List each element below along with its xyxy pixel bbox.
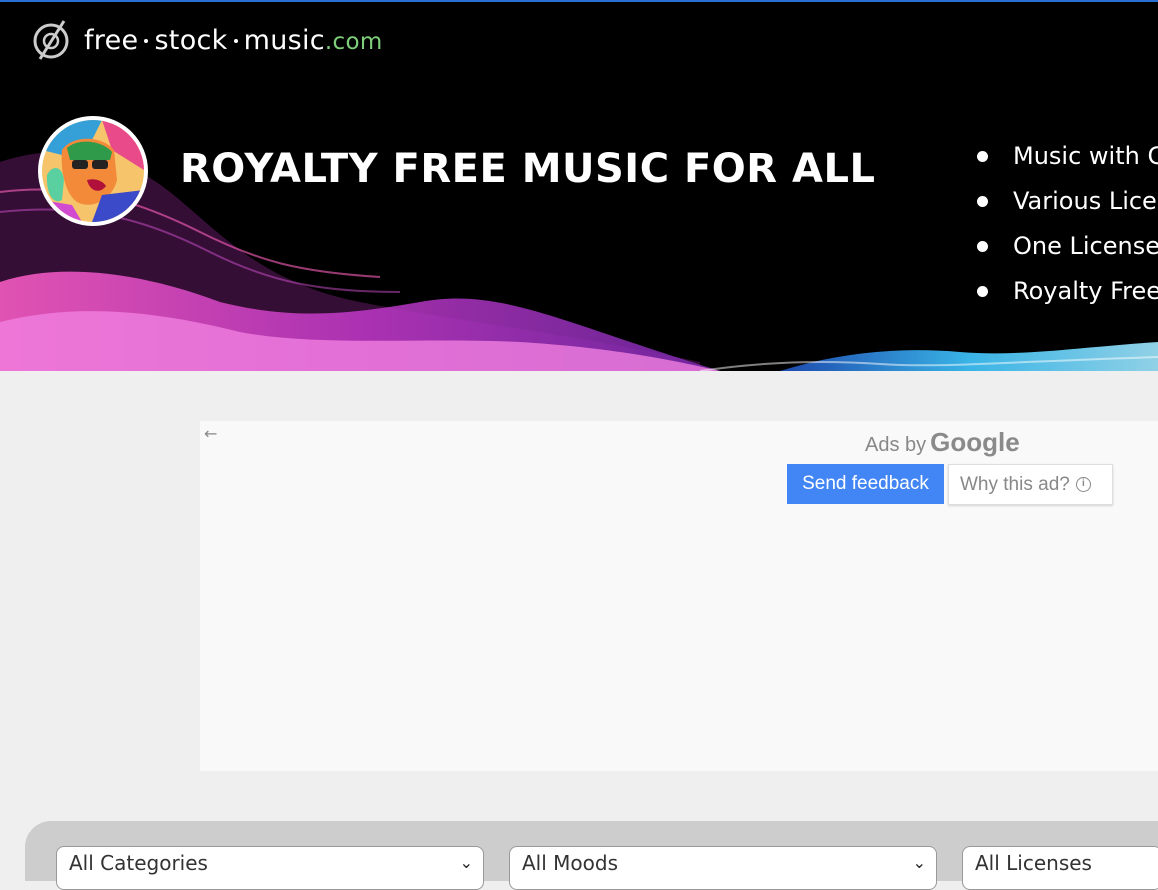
- moods-select[interactable]: All Moods ⌄: [509, 846, 937, 890]
- ad-container: ← Ads by Google Send feedback Why this ad…: [200, 421, 1158, 771]
- filter-panel: All Categories ⌄ All Moods ⌄ All License…: [25, 821, 1158, 890]
- ads-by-label: Ads by: [865, 434, 927, 456]
- back-arrow-icon[interactable]: ←: [204, 424, 217, 443]
- logo-word-stock: stock: [154, 24, 228, 56]
- feature-item: Various Licen: [975, 183, 1158, 228]
- google-logo: Google: [930, 427, 1020, 457]
- why-this-ad-button[interactable]: Why this ad? i: [948, 464, 1113, 505]
- hero-banner: free stock music.com ROYALTY FREE MUSIC FO…: [0, 2, 1158, 371]
- licenses-select-value: All Licenses: [975, 851, 1092, 875]
- logo-disc-icon: [33, 20, 69, 60]
- moods-select-value: All Moods: [522, 851, 618, 875]
- chevron-down-icon: ⌄: [459, 853, 473, 872]
- logo-word-free: free: [84, 24, 139, 56]
- logo-tld: .com: [324, 28, 383, 55]
- feature-list: Music with C Various Licen One License R…: [975, 138, 1158, 318]
- ads-by-google: Ads by Google: [865, 427, 1020, 458]
- page-title: ROYALTY FREE MUSIC FOR ALL: [180, 146, 876, 192]
- licenses-select[interactable]: All Licenses: [962, 846, 1158, 890]
- avatar: [38, 116, 148, 226]
- categories-select[interactable]: All Categories ⌄: [56, 846, 484, 890]
- chevron-down-icon: ⌄: [912, 853, 926, 872]
- logo-word-music: music: [243, 24, 325, 56]
- categories-select-value: All Categories: [69, 851, 208, 875]
- feature-item: Music with C: [975, 138, 1158, 183]
- info-icon: i: [1075, 477, 1091, 493]
- feature-item: One License: [975, 228, 1158, 273]
- send-feedback-button[interactable]: Send feedback: [787, 464, 944, 504]
- why-this-ad-label: Why this ad?: [960, 474, 1070, 495]
- logo-text: free stock music.com: [84, 25, 383, 56]
- avatar-illustration: [42, 120, 144, 222]
- feature-item: Royalty Free: [975, 273, 1158, 318]
- site-logo[interactable]: free stock music.com: [32, 18, 383, 62]
